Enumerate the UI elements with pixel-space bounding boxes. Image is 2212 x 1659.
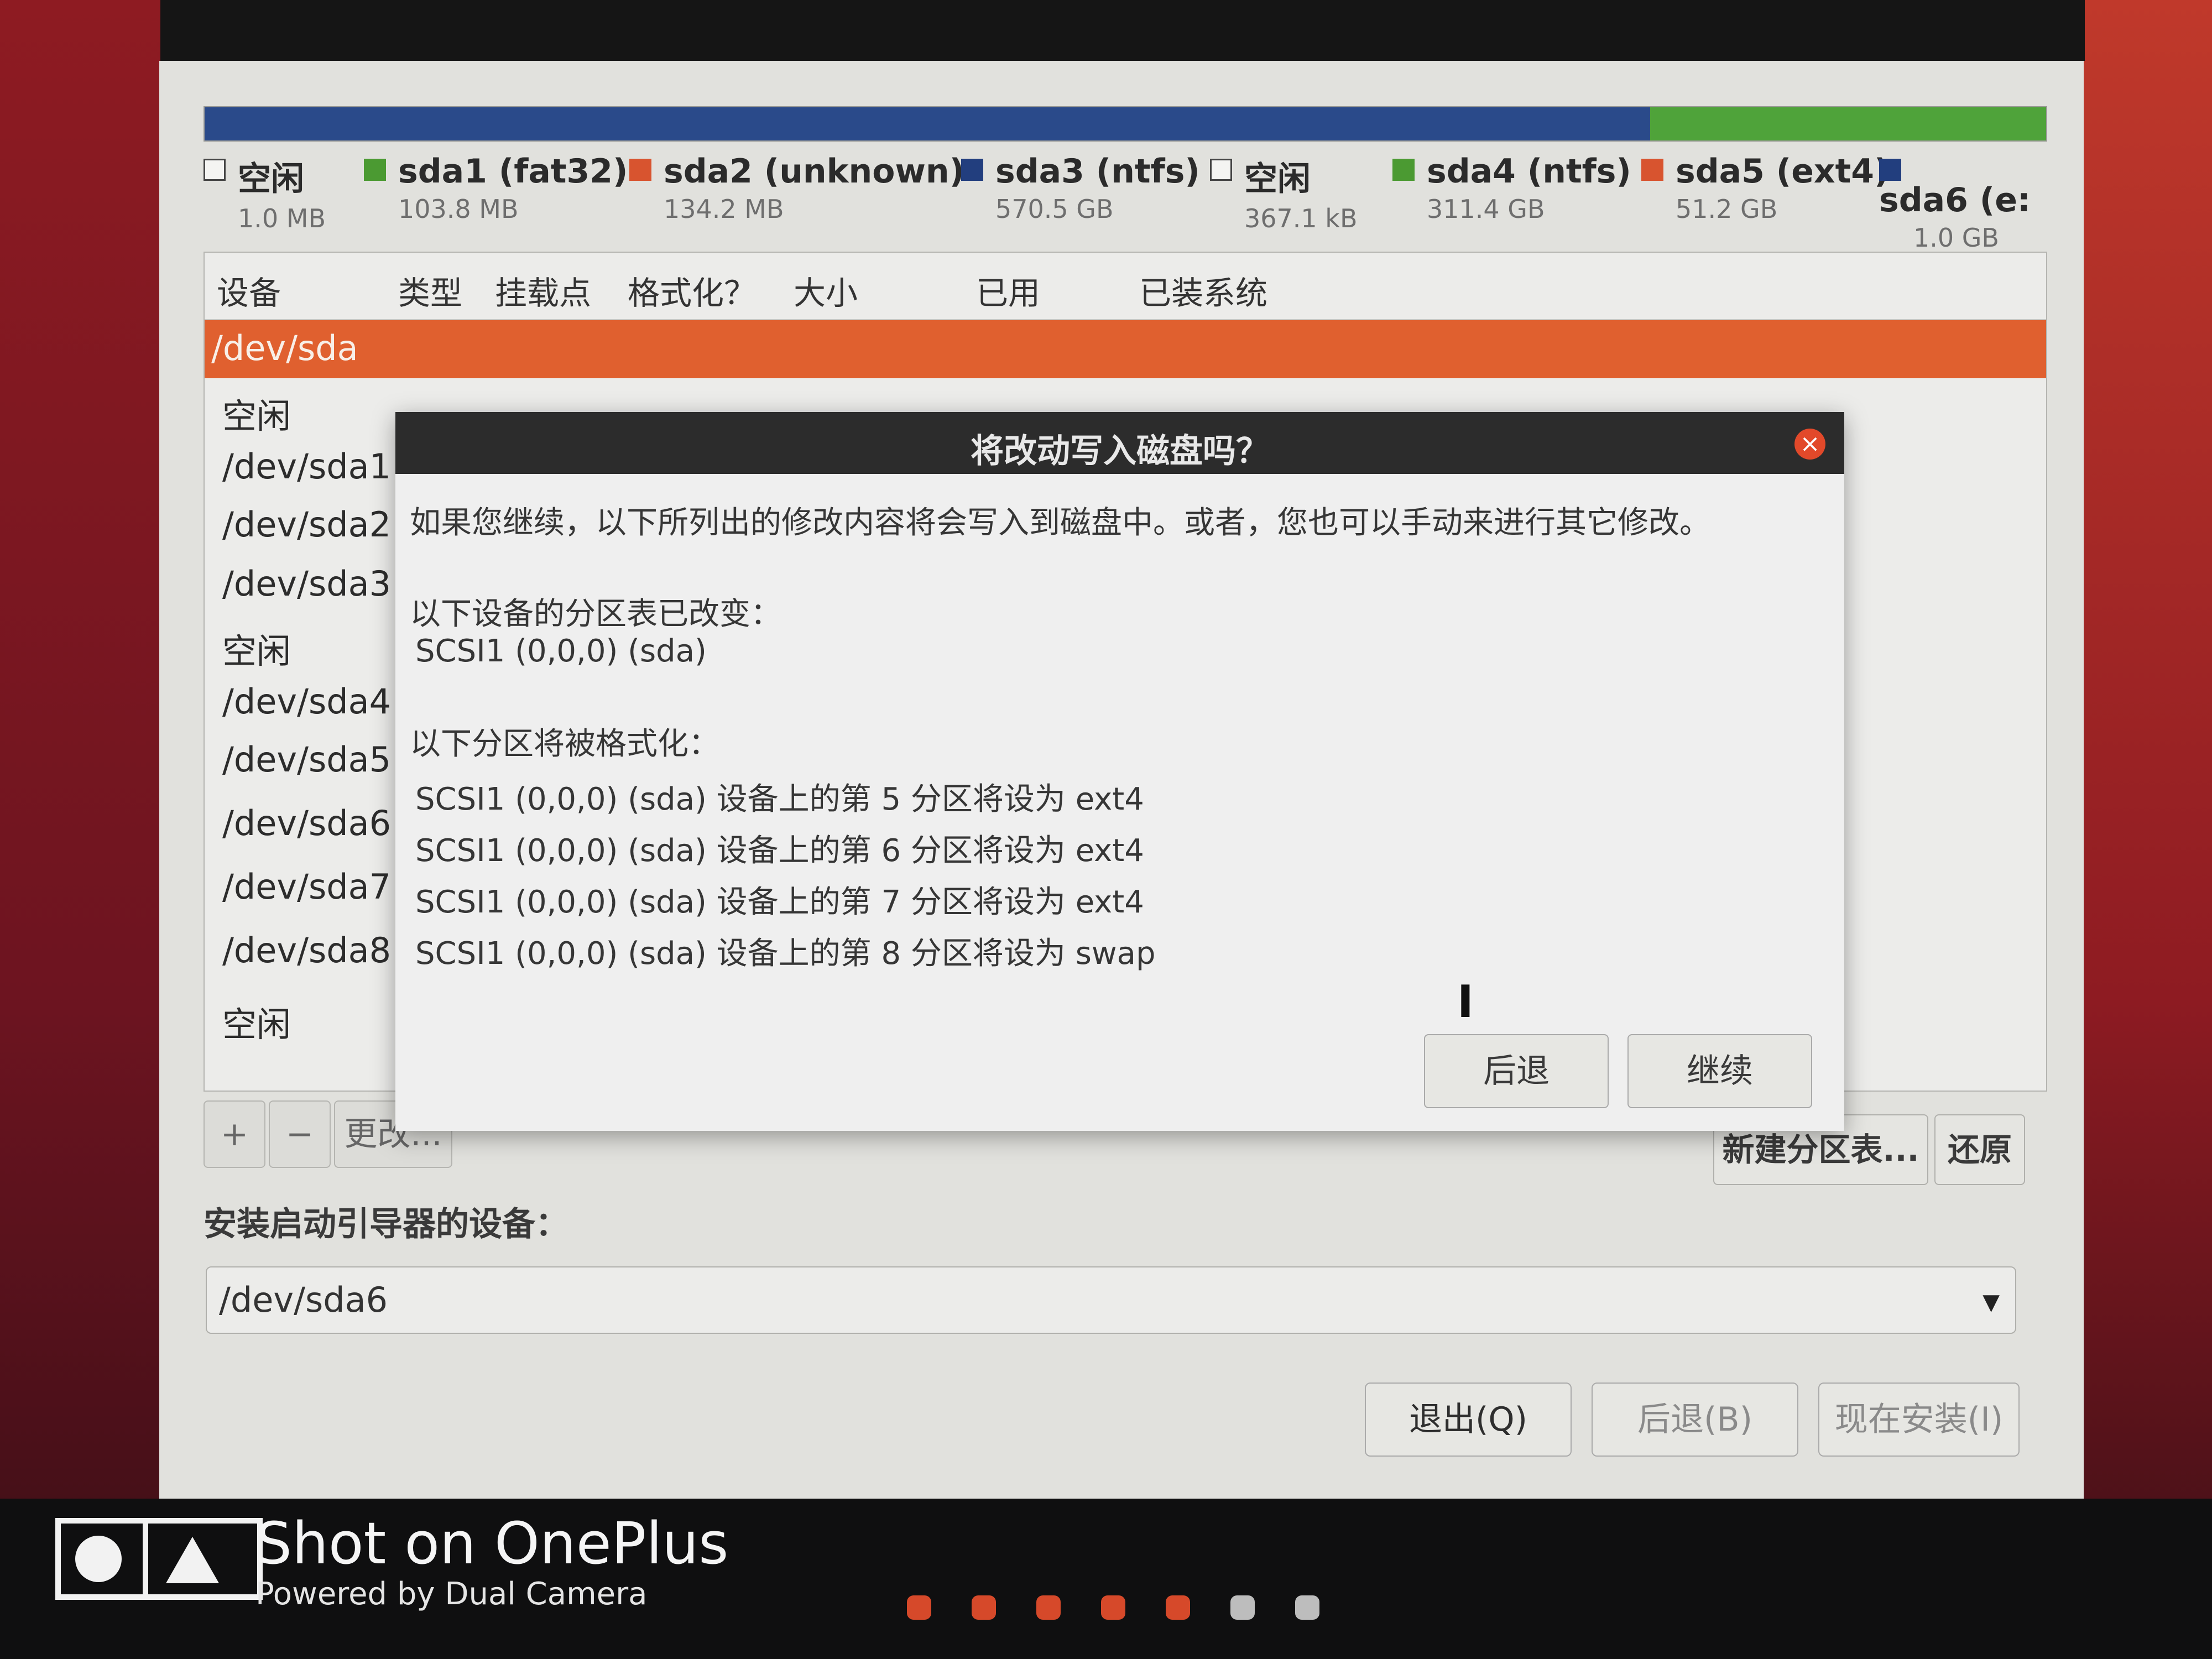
legend-size: 367.1 kB	[1244, 204, 1358, 233]
legend-item: sda2 (unknown) 134.2 MB	[629, 152, 964, 224]
column-header-mount[interactable]: 挂载点	[495, 267, 591, 314]
column-header-installed-os[interactable]: 已装系统	[1139, 267, 1267, 314]
table-row[interactable]: /dev/sda7	[222, 867, 391, 907]
table-row[interactable]: /dev/sda5	[222, 739, 391, 780]
legend-name: sda2 (unknown)	[664, 152, 965, 191]
legend-name: sda1 (fat32)	[398, 152, 628, 191]
progress-dot	[1230, 1595, 1255, 1620]
legend-swatch	[204, 159, 226, 181]
close-icon[interactable]: ×	[1794, 429, 1825, 460]
format-line: SCSI1 (0,0,0) (sda) 设备上的第 5 分区将设为 ext4	[415, 781, 1144, 817]
legend-size: 51.2 GB	[1676, 194, 1778, 224]
wallpaper-right	[2079, 0, 2212, 1659]
device-name: /dev/sda	[211, 328, 358, 368]
partition-bar-linux-segment	[1650, 107, 2046, 140]
legend-size: 1.0 MB	[238, 204, 326, 233]
watermark-title: Shot on OnePlus	[255, 1510, 729, 1577]
progress-dot	[972, 1595, 996, 1620]
legend-name: sda4 (ntfs)	[1427, 152, 1631, 191]
legend-swatch	[1210, 159, 1232, 181]
legend-swatch	[1641, 159, 1663, 181]
legend-swatch	[961, 159, 983, 181]
legend-size: 311.4 GB	[1427, 194, 1545, 224]
legend-item: 空闲 1.0 MB	[204, 152, 326, 233]
table-changed-heading: 以下设备的分区表已改变：	[410, 596, 781, 632]
format-line: SCSI1 (0,0,0) (sda) 设备上的第 6 分区将设为 ext4	[415, 833, 1144, 869]
table-row[interactable]: /dev/sda1	[222, 446, 391, 487]
format-line: SCSI1 (0,0,0) (sda) 设备上的第 7 分区将设为 ext4	[415, 884, 1144, 920]
add-partition-button[interactable]: +	[204, 1100, 265, 1168]
dialog-title: 将改动写入磁盘吗？	[971, 432, 1269, 471]
write-changes-dialog: 将改动写入磁盘吗？ × 如果您继续，以下所列出的修改内容将会写入到磁盘中。或者，…	[395, 412, 1844, 1131]
legend-swatch	[1392, 159, 1415, 181]
table-row[interactable]: /dev/sda4	[222, 681, 391, 722]
legend-item: sda5 (ext4) 51.2 GB	[1641, 152, 1889, 224]
quit-button[interactable]: 退出(Q)	[1365, 1383, 1572, 1457]
table-row[interactable]: /dev/sda2	[222, 504, 391, 545]
format-line: SCSI1 (0,0,0) (sda) 设备上的第 8 分区将设为 swap	[415, 936, 1156, 972]
watermark-subtitle: Powered by Dual Camera	[255, 1576, 648, 1612]
partition-bar	[204, 106, 2047, 142]
legend-swatch	[364, 159, 386, 181]
legend-name: 空闲	[1244, 160, 1311, 199]
legend-swatch	[629, 159, 651, 181]
bootloader-label: 安装启动引导器的设备：	[204, 1205, 568, 1244]
legend-name: sda5 (ext4)	[1676, 152, 1890, 191]
legend-item: sda1 (fat32) 103.8 MB	[364, 152, 628, 224]
install-now-button[interactable]: 现在安装(I)	[1818, 1383, 2020, 1457]
legend-name: sda3 (ntfs)	[995, 152, 1200, 191]
revert-button[interactable]: 还原	[1934, 1114, 2025, 1185]
legend-size: 103.8 MB	[398, 194, 519, 224]
progress-dot	[1166, 1595, 1190, 1620]
column-header-type[interactable]: 类型	[398, 267, 462, 314]
legend-item: sda6 (e: 1.0 GB	[1879, 152, 2045, 253]
table-header: 设备 类型 挂载点 格式化？ 大小 已用 已装系统	[205, 253, 2046, 320]
bootloader-device-select[interactable]: /dev/sda6 ▼	[206, 1266, 2016, 1334]
table-row[interactable]: /dev/sda6	[222, 803, 391, 843]
chevron-down-icon: ▼	[1983, 1290, 2000, 1315]
table-changed-device: SCSI1 (0,0,0) (sda)	[415, 633, 707, 669]
progress-dot	[1036, 1595, 1061, 1620]
column-header-size[interactable]: 大小	[794, 267, 858, 314]
text-cursor-icon: I	[1457, 976, 1474, 1027]
legend-item: 空闲 367.1 kB	[1210, 152, 1358, 233]
legend-name: 空闲	[238, 160, 304, 199]
progress-dot	[1101, 1595, 1125, 1620]
progress-dot	[907, 1595, 931, 1620]
legend-swatch	[1879, 159, 1901, 181]
legend-item: sda3 (ntfs) 570.5 GB	[961, 152, 1200, 224]
bootloader-device-value: /dev/sda6	[219, 1280, 388, 1320]
back-button[interactable]: 后退(B)	[1592, 1383, 1798, 1457]
legend-name: sda6 (e:	[1879, 181, 2031, 220]
legend-size: 570.5 GB	[995, 194, 1114, 224]
dialog-intro: 如果您继续，以下所列出的修改内容将会写入到磁盘中。或者，您也可以手动来进行其它修…	[410, 505, 1710, 541]
dual-camera-logo-icon	[55, 1518, 263, 1600]
dialog-titlebar: 将改动写入磁盘吗？ ×	[395, 412, 1844, 474]
remove-partition-button[interactable]: −	[269, 1100, 331, 1168]
table-row-selected[interactable]: /dev/sda	[205, 320, 2046, 378]
table-row[interactable]: 空闲	[222, 623, 291, 673]
table-row[interactable]: /dev/sda3	[222, 564, 391, 604]
progress-dot	[1295, 1595, 1319, 1620]
legend-size: 134.2 MB	[664, 194, 784, 224]
table-row[interactable]: /dev/sda8	[222, 930, 391, 971]
column-header-device[interactable]: 设备	[217, 267, 281, 314]
partition-bar-ntfs-segment	[205, 107, 1651, 140]
legend-size: 1.0 GB	[1913, 223, 1999, 253]
table-row[interactable]: 空闲	[222, 997, 291, 1046]
dialog-back-button[interactable]: 后退	[1424, 1034, 1609, 1108]
wallpaper-left	[0, 0, 160, 1659]
format-heading: 以下分区将被格式化：	[410, 726, 719, 762]
legend-item: sda4 (ntfs) 311.4 GB	[1392, 152, 1631, 224]
screen-top-edge	[160, 0, 2085, 61]
column-header-used[interactable]: 已用	[976, 267, 1040, 314]
partition-legend: 空闲 1.0 MB sda1 (fat32) 103.8 MB sda2 (un…	[204, 152, 2045, 253]
dialog-continue-button[interactable]: 继续	[1627, 1034, 1812, 1108]
column-header-format[interactable]: 格式化？	[628, 267, 756, 314]
table-row[interactable]: 空闲	[222, 388, 291, 438]
